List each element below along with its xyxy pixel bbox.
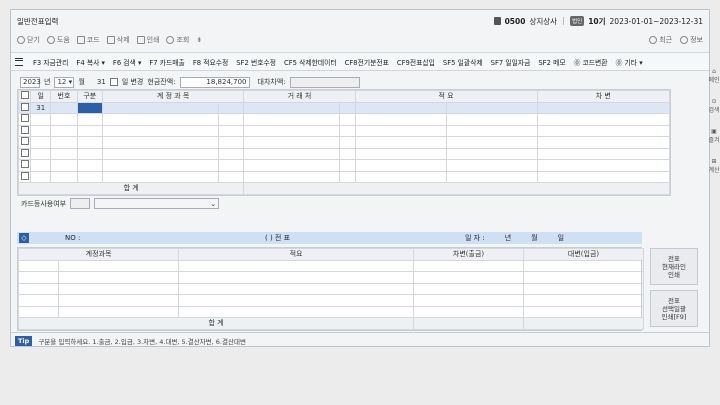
period-range: 2023-01-01~2023-12-31 [609, 16, 703, 26]
balance-diff [289, 76, 360, 88]
table-row[interactable] [18, 271, 645, 284]
tip-bar: Tip 구분을 입력하세요. 1.출금, 2.입금, 3.차변, 4.대변, 5… [11, 332, 709, 346]
tip-badge: Tip [15, 336, 33, 346]
table-row[interactable] [17, 147, 670, 160]
help-button[interactable]: 도움 [46, 35, 70, 45]
company-info: 0500 상지상사 법인 10기 2023-01-01~2023-12-31 [493, 16, 703, 27]
right-rail: ⌂ 메인 ⊙ 검색 ▣ 즐겨 ⊞ 계산 [708, 68, 720, 188]
col-account: 계 정 과 목 [101, 90, 245, 103]
building-icon [493, 17, 501, 25]
voucher-header: ◇ NO : ( ) 전 표 일 자 : 년 월 일 [17, 232, 642, 244]
table-row[interactable] [17, 113, 670, 126]
table-row[interactable] [18, 282, 645, 295]
col-day: 일 [30, 90, 52, 103]
period-number: 10기 [588, 16, 606, 26]
table-row[interactable] [17, 170, 670, 183]
total-row: 합 계 [17, 182, 670, 195]
close-icon [17, 36, 25, 44]
table-row[interactable] [18, 294, 645, 307]
table-row[interactable] [18, 259, 645, 272]
col-vendor: 거 래 처 [243, 90, 356, 103]
info-icon [680, 36, 689, 44]
table-row[interactable]: 31 [17, 101, 670, 114]
year-input[interactable]: 2023 [20, 76, 41, 88]
trash-icon [106, 36, 115, 44]
card-usage-code[interactable] [70, 198, 91, 209]
delete-button[interactable]: 삭제 [106, 35, 130, 45]
rail-calc[interactable]: ⊞ 계산 [708, 158, 720, 174]
window-title: 일반전표입력 [17, 16, 59, 26]
print-button[interactable]: 인쇄 [136, 35, 159, 45]
rail-search[interactable]: ⊙ 검색 [708, 98, 720, 114]
fn-f4[interactable]: F4 복사 ▾ [72, 57, 108, 67]
tip-text: 구분을 입력하세요. 1.출금, 2.입금, 3.차변, 4.대변, 5.결산차… [38, 338, 246, 346]
corp-badge: 법인 [570, 16, 585, 26]
close-button[interactable]: 닫기 [17, 35, 40, 45]
fn-sf7[interactable]: SF7 일일자금 [487, 57, 535, 67]
code-button[interactable]: 코드 [76, 35, 100, 45]
total-row: 합 계 [17, 317, 645, 330]
voucher-grid: 일 번호 구분 계 정 과 목 거 래 처 적 요 차 변 31 합 계 [17, 89, 671, 196]
fn-sf5[interactable]: SF5 일괄삭제 [439, 57, 487, 67]
fn-cf5[interactable]: CF5 삭제한데이터 [280, 57, 341, 67]
fn-etc[interactable]: ⓪ 기타 ▾ [612, 57, 647, 67]
filter-row: 2023 년 12 ▾ 월 31 일 변경 현금잔액: 18,824,700 대… [11, 74, 709, 90]
printer-icon [136, 36, 145, 44]
card-usage-label: 카드등사용여부 [21, 199, 67, 208]
fn-f7[interactable]: F7 카드매출 [145, 57, 188, 67]
main-window: 일반전표입력 0500 상지상사 법인 10기 2023-01-01~2023-… [10, 9, 710, 347]
menu-icon[interactable] [15, 57, 23, 66]
month-select[interactable]: 12 ▾ [54, 76, 75, 88]
col-type: 구분 [76, 90, 103, 103]
table-row[interactable] [17, 136, 670, 149]
fn-code-convert[interactable]: ⓪ 코드변환 [570, 57, 612, 67]
table-row[interactable] [17, 159, 670, 172]
print-batch-button[interactable]: 전표 선택일괄 인쇄[F9] [650, 290, 698, 327]
recent-button[interactable]: 최근 [649, 35, 672, 45]
more-icon[interactable]: ⇟ [196, 36, 202, 44]
print-current-line-button[interactable]: 전표 현재라인 인쇄 [650, 248, 698, 285]
toolbar: 닫기 도움 코드 삭제 인쇄 조회 ⇟ 최근 정보 [11, 32, 709, 48]
table-row[interactable] [18, 305, 645, 318]
col-debit: 차 변 [536, 90, 670, 103]
day-change-checkbox[interactable] [109, 78, 118, 86]
fn-f8[interactable]: F8 적요수정 [189, 57, 232, 67]
fn-memo[interactable]: SF2 메모 [534, 57, 569, 67]
fn-f6[interactable]: F6 검색 ▾ [109, 57, 145, 67]
select-all-checkbox [20, 91, 29, 100]
table-row[interactable] [17, 124, 670, 137]
fn-cf8[interactable]: CF8전기분전표 [341, 57, 393, 67]
rail-main[interactable]: ⌂ 메인 [708, 68, 720, 84]
fn-sf2[interactable]: SF2 번호수정 [232, 57, 280, 67]
clock-icon [649, 36, 658, 44]
search-icon [166, 36, 175, 44]
fn-cf9[interactable]: CF9전표삽입 [393, 57, 439, 67]
expand-icon[interactable]: ◇ [19, 233, 29, 243]
title-bar: 일반전표입력 0500 상지상사 법인 10기 2023-01-01~2023-… [11, 10, 709, 32]
help-icon [46, 36, 55, 44]
info-button[interactable]: 정보 [680, 35, 703, 45]
cash-balance: 18,824,700 [179, 76, 250, 88]
fn-f3[interactable]: F3 자금관리 [29, 57, 72, 67]
card-usage-row: 카드등사용여부 ⌄ [21, 198, 220, 209]
col-no: 번호 [50, 90, 78, 103]
voucher-detail-grid: 계정과목 적요 차변(출금) 대변(입금) 합 계 [17, 247, 645, 331]
code-icon [76, 36, 85, 44]
search-button[interactable]: 조회 [166, 35, 189, 45]
card-usage-select[interactable]: ⌄ [94, 198, 220, 209]
company-name: 상지상사 [529, 16, 558, 26]
company-code: 0500 [504, 16, 526, 26]
col-memo: 적 요 [354, 90, 538, 103]
function-bar: F3 자금관리 F4 복사 ▾ F6 검색 ▾ F7 카드매출 F8 적요수정 … [11, 52, 709, 71]
rail-favorite[interactable]: ▣ 즐겨 [708, 128, 720, 144]
